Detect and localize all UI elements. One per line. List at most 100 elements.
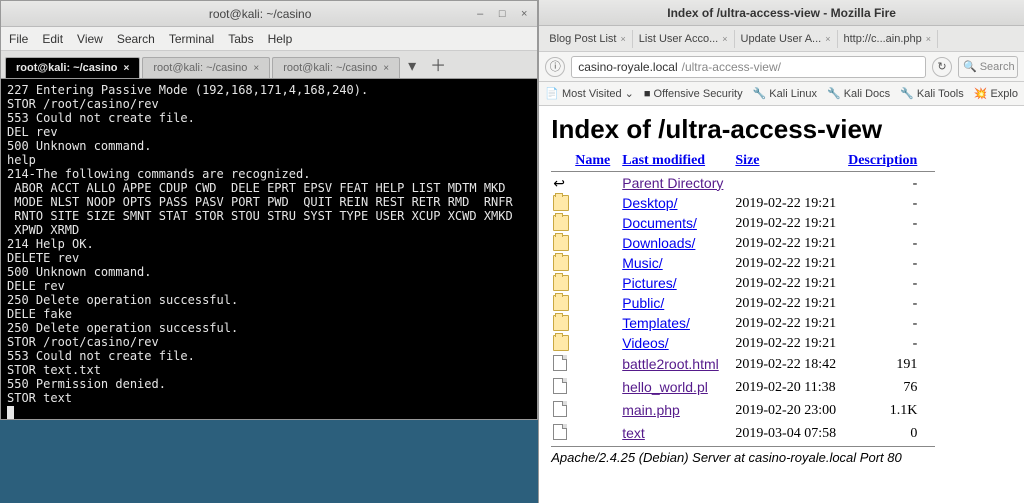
browser-addressbar: ⓘ casino-royale.local/ultra-access-view/… [539, 52, 1024, 82]
browser-tab[interactable]: Blog Post List× [543, 30, 633, 48]
listing-link[interactable]: Pictures/ [622, 275, 676, 291]
listing-link[interactable]: Templates/ [622, 315, 690, 331]
file-icon [553, 355, 567, 371]
folder-icon [553, 295, 569, 311]
browser-tab[interactable]: List User Acco...× [633, 30, 735, 48]
file-icon [553, 424, 567, 440]
listing-row: Documents/2019-02-22 19:21- [551, 214, 935, 234]
bookmark-item[interactable]: ■Offensive Security [644, 88, 743, 100]
terminal-tab[interactable]: root@kali: ~/casino× [272, 57, 400, 78]
reload-button[interactable]: ↻ [932, 57, 952, 77]
tab-close-icon[interactable]: × [124, 63, 130, 74]
menu-terminal[interactable]: Terminal [169, 32, 214, 46]
browser-titlebar: Index of /ultra-access-view - Mozilla Fi… [539, 0, 1024, 26]
bookmark-icon: ■ [644, 88, 651, 100]
file-icon [553, 401, 567, 417]
listing-row: Public/2019-02-22 19:21- [551, 294, 935, 314]
listing-row: battle2root.html2019-02-22 18:42191 [551, 354, 935, 377]
cursor [7, 406, 14, 419]
search-icon: 🔍 [963, 60, 977, 73]
column-header-name[interactable]: Name [551, 151, 616, 172]
directory-listing: NameLast modifiedSizeDescription Parent … [551, 151, 935, 448]
url-host: casino-royale.local [578, 60, 677, 74]
menu-edit[interactable]: Edit [42, 32, 63, 46]
browser-window: Index of /ultra-access-view - Mozilla Fi… [538, 0, 1024, 503]
file-icon [553, 378, 567, 394]
bookmark-item[interactable]: 🔧Kali Linux [753, 87, 817, 100]
search-input[interactable]: 🔍 Search [958, 56, 1018, 78]
bookmark-item[interactable]: 🔧Kali Tools [900, 87, 964, 100]
menu-file[interactable]: File [9, 32, 28, 46]
tab-close-icon[interactable]: × [383, 63, 389, 74]
terminal-tab[interactable]: root@kali: ~/casino× [142, 57, 270, 78]
listing-link[interactable]: Videos/ [622, 335, 668, 351]
bookmark-item[interactable]: 🔧Kali Docs [827, 87, 890, 100]
tab-close-icon[interactable]: × [253, 63, 259, 74]
listing-link[interactable]: Parent Directory [622, 175, 723, 191]
folder-icon [553, 255, 569, 271]
bookmark-item[interactable]: 💥Explo [974, 87, 1018, 100]
menu-search[interactable]: Search [117, 32, 155, 46]
maximize-button[interactable]: □ [495, 7, 509, 21]
folder-icon [553, 235, 569, 251]
browser-tab[interactable]: Update User A...× [735, 30, 838, 48]
terminal-menubar: File Edit View Search Terminal Tabs Help [1, 27, 537, 51]
folder-icon [553, 335, 569, 351]
new-tab-button[interactable]: ＋ [424, 50, 452, 78]
listing-link[interactable]: Desktop/ [622, 195, 677, 211]
browser-tabbar: Blog Post List×List User Acco...×Update … [539, 26, 1024, 52]
listing-row: text2019-03-04 07:580 [551, 423, 935, 447]
chevron-down-icon: ⌄ [625, 87, 634, 100]
browser-title: Index of /ultra-access-view - Mozilla Fi… [667, 6, 896, 20]
tab-menu-icon[interactable]: ▾ [402, 54, 422, 78]
listing-link[interactable]: main.php [622, 402, 680, 418]
listing-row: Videos/2019-02-22 19:21- [551, 334, 935, 354]
page-heading: Index of /ultra-access-view [551, 114, 1012, 145]
server-footer: Apache/2.4.25 (Debian) Server at casino-… [551, 450, 1012, 465]
column-header-description[interactable]: Description [842, 151, 923, 172]
bookmarks-bar: 📄Most Visited⌄ ■Offensive Security 🔧Kali L… [539, 82, 1024, 106]
listing-row: Pictures/2019-02-22 19:21- [551, 274, 935, 294]
url-path: /ultra-access-view/ [682, 60, 781, 74]
terminal-window: root@kali: ~/casino – □ × File Edit View Se… [0, 0, 538, 420]
back-icon [553, 175, 569, 191]
listing-link[interactable]: Downloads/ [622, 235, 695, 251]
bookmark-icon: 🔧 [753, 87, 767, 100]
url-input[interactable]: casino-royale.local/ultra-access-view/ [571, 56, 926, 78]
listing-link[interactable]: text [622, 425, 645, 441]
folder-icon [553, 195, 569, 211]
listing-link[interactable]: Public/ [622, 295, 664, 311]
listing-link[interactable]: Documents/ [622, 215, 697, 231]
column-header-size[interactable]: Size [729, 151, 842, 172]
tab-close-icon[interactable]: × [926, 34, 931, 44]
listing-row: Music/2019-02-22 19:21- [551, 254, 935, 274]
listing-row: Parent Directory- [551, 174, 935, 194]
close-button[interactable]: × [517, 7, 531, 21]
bookmark-icon: 🔧 [827, 87, 841, 100]
tab-close-icon[interactable]: × [825, 34, 830, 44]
folder-icon [553, 215, 569, 231]
listing-link[interactable]: Music/ [622, 255, 662, 271]
identity-icon[interactable]: ⓘ [545, 57, 565, 77]
terminal-titlebar: root@kali: ~/casino – □ × [1, 1, 537, 27]
listing-link[interactable]: hello_world.pl [622, 379, 708, 395]
browser-tab[interactable]: http://c...ain.php× [838, 30, 939, 48]
bookmark-icon: 💥 [974, 87, 988, 100]
folder-icon [553, 275, 569, 291]
terminal-output[interactable]: 227 Entering Passive Mode (192,168,171,4… [1, 79, 537, 419]
listing-row: Templates/2019-02-22 19:21- [551, 314, 935, 334]
terminal-tab[interactable]: root@kali: ~/casino× [5, 57, 140, 78]
tab-close-icon[interactable]: × [621, 34, 626, 44]
listing-link[interactable]: battle2root.html [622, 356, 719, 372]
menu-help[interactable]: Help [268, 32, 293, 46]
menu-view[interactable]: View [77, 32, 103, 46]
terminal-title: root@kali: ~/casino [47, 7, 473, 21]
tab-close-icon[interactable]: × [722, 34, 727, 44]
column-header-last-modified[interactable]: Last modified [616, 151, 729, 172]
listing-row: Desktop/2019-02-22 19:21- [551, 194, 935, 214]
menu-tabs[interactable]: Tabs [228, 32, 253, 46]
page-content: Index of /ultra-access-view NameLast mod… [539, 106, 1024, 503]
minimize-button[interactable]: – [473, 7, 487, 21]
terminal-tabbar: root@kali: ~/casino×root@kali: ~/casino×… [1, 51, 537, 79]
bookmark-item[interactable]: 📄Most Visited⌄ [545, 87, 634, 100]
